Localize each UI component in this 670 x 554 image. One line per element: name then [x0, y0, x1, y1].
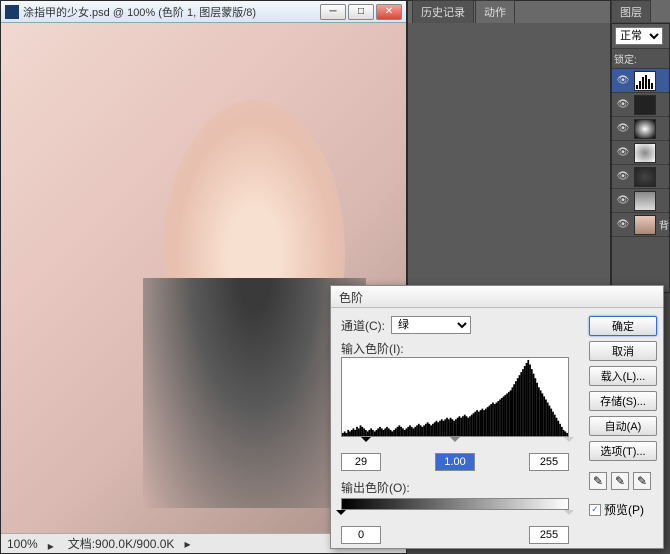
visibility-icon[interactable]: 👁: [615, 97, 631, 113]
layer-row[interactable]: 👁: [612, 69, 669, 93]
tab-layers[interactable]: 图层: [611, 0, 651, 22]
visibility-icon[interactable]: 👁: [615, 169, 631, 185]
dialog-title[interactable]: 色阶: [331, 286, 663, 308]
layer-thumb-levels[interactable]: [634, 71, 656, 91]
layer-thumb-image[interactable]: [634, 215, 656, 235]
output-white-field[interactable]: [529, 526, 569, 544]
layer-thumb-adjustment[interactable]: [634, 95, 656, 115]
ok-button[interactable]: 确定: [589, 316, 657, 336]
tab-actions[interactable]: 动作: [475, 0, 515, 23]
output-slider[interactable]: [341, 510, 569, 524]
histogram: [341, 357, 569, 437]
black-point-handle[interactable]: [361, 437, 371, 447]
layer-label: 背: [659, 217, 669, 232]
history-panel: 历史记录 动作: [407, 0, 611, 290]
white-eyedropper[interactable]: ✎: [633, 472, 651, 490]
preview-label: 预览(P): [604, 501, 644, 518]
layer-row[interactable]: 👁: [612, 165, 669, 189]
layer-thumb-adjustment[interactable]: [634, 167, 656, 187]
black-eyedropper[interactable]: ✎: [589, 472, 607, 490]
ps-icon: [5, 5, 19, 19]
cancel-button[interactable]: 取消: [589, 341, 657, 361]
visibility-icon[interactable]: 👁: [615, 217, 631, 233]
out-white-handle[interactable]: [564, 510, 574, 520]
options-button[interactable]: 选项(T)...: [589, 441, 657, 461]
auto-button[interactable]: 自动(A): [589, 416, 657, 436]
document-title: 涂指甲的少女.psd @ 100% (色阶 1, 图层蒙版/8): [23, 4, 320, 20]
layers-panel: 正常 锁定: 👁 👁 👁 👁 👁 👁 👁 背: [611, 23, 670, 293]
input-levels-label: 输入色阶(I):: [341, 340, 573, 357]
layers-tabs-strip: 图层: [611, 0, 670, 22]
gamma-handle[interactable]: [450, 437, 460, 447]
output-gradient: [341, 498, 569, 510]
zoom-dropdown-icon[interactable]: ▸: [48, 539, 58, 549]
layer-row[interactable]: 👁: [612, 189, 669, 213]
visibility-icon[interactable]: 👁: [615, 193, 631, 209]
preview-checkbox[interactable]: ✓: [589, 504, 601, 516]
minimize-button[interactable]: ─: [320, 4, 346, 20]
layer-row[interactable]: 👁: [612, 93, 669, 117]
history-body[interactable]: [408, 23, 610, 289]
maximize-button[interactable]: □: [348, 4, 374, 20]
input-gamma-field[interactable]: [435, 453, 475, 471]
input-black-field[interactable]: [341, 453, 381, 471]
doc-size: 文档:900.0K/900.0K: [68, 535, 175, 552]
save-button[interactable]: 存储(S)...: [589, 391, 657, 411]
input-slider[interactable]: [341, 437, 569, 451]
gray-eyedropper[interactable]: ✎: [611, 472, 629, 490]
levels-dialog: 色阶 通道(C): 绿 输入色阶(I): 输出色阶(O):: [330, 285, 664, 549]
white-point-handle[interactable]: [564, 437, 574, 447]
zoom-level[interactable]: 100%: [7, 537, 38, 551]
visibility-icon[interactable]: 👁: [615, 121, 631, 137]
visibility-icon[interactable]: 👁: [615, 145, 631, 161]
channel-select[interactable]: 绿: [391, 316, 471, 334]
layer-thumb-adjustment[interactable]: [634, 191, 656, 211]
tab-history[interactable]: 历史记录: [412, 0, 474, 23]
input-white-field[interactable]: [529, 453, 569, 471]
blend-mode-select[interactable]: 正常: [615, 27, 663, 45]
layer-row[interactable]: 👁: [612, 141, 669, 165]
output-levels-label: 输出色阶(O):: [341, 479, 573, 496]
layer-row-background[interactable]: 👁 背: [612, 213, 669, 237]
lock-label: 锁定:: [614, 51, 637, 66]
layer-thumb-adjustment[interactable]: [634, 143, 656, 163]
layer-thumb-adjustment[interactable]: [634, 119, 656, 139]
out-black-handle[interactable]: [336, 510, 346, 520]
load-button[interactable]: 载入(L)...: [589, 366, 657, 386]
visibility-icon[interactable]: 👁: [615, 73, 631, 89]
output-black-field[interactable]: [341, 526, 381, 544]
status-dropdown-icon[interactable]: ▸: [184, 537, 190, 551]
layer-row[interactable]: 👁: [612, 117, 669, 141]
close-button[interactable]: ✕: [376, 4, 402, 20]
document-titlebar[interactable]: 涂指甲的少女.psd @ 100% (色阶 1, 图层蒙版/8) ─ □ ✕: [1, 1, 406, 23]
channel-label: 通道(C):: [341, 317, 385, 334]
